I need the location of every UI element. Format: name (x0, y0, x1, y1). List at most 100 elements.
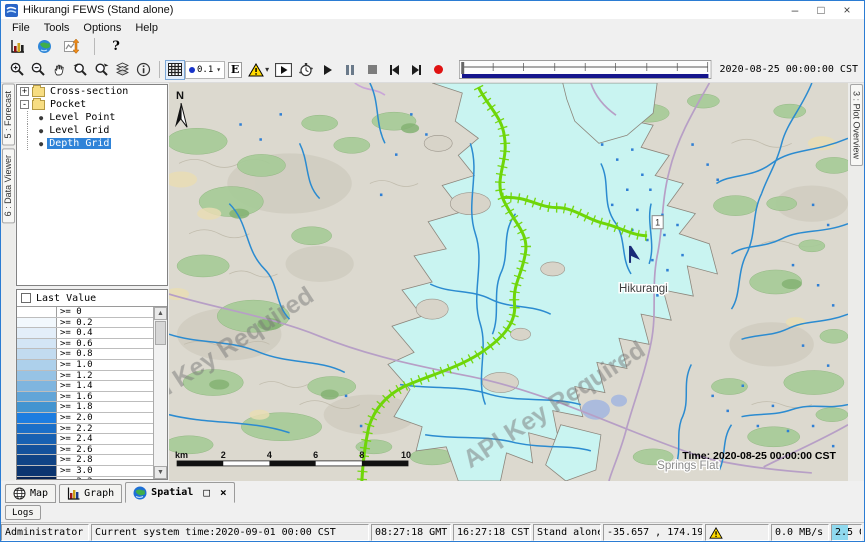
tree-expander-icon[interactable]: + (20, 87, 29, 96)
maximize-button[interactable]: □ (808, 2, 834, 18)
help-button[interactable]: ? (106, 37, 126, 57)
layers-icon (115, 62, 130, 77)
restore-panel-icon[interactable]: □ (203, 486, 210, 499)
legend-label: >= 3.2 (57, 477, 153, 480)
status-local-time: 16:27:18 CST (453, 524, 531, 541)
left-tab-strip: 5 : Forecast 6 : Data Viewer (1, 83, 15, 481)
legend-label: >= 1.4 (57, 381, 153, 391)
legend-row: >= 0.2 (17, 318, 153, 329)
logs-button[interactable]: Logs (5, 505, 41, 520)
status-download-rate: 0.0 MB/s (771, 524, 829, 541)
tree-item-level-grid[interactable]: ●Level Grid (17, 124, 167, 137)
data-viewer-panel: + Cross-section-Pocket●Level Point●Level … (15, 83, 169, 481)
menu-file[interactable]: File (5, 22, 37, 34)
tab-graph[interactable]: Graph (59, 484, 122, 503)
status-bar: Administrator Current system time:2020-0… (1, 523, 864, 541)
tab-6-data-viewer[interactable]: 6 : Data Viewer (2, 148, 15, 223)
pan-button[interactable] (49, 60, 70, 80)
tree-item-level-point[interactable]: ●Level Point (17, 111, 167, 124)
tab-label: 6 : Data Viewer (3, 155, 13, 216)
legend-swatch (17, 402, 57, 412)
tree-expander-icon[interactable]: - (20, 100, 29, 109)
legend-header: Last Value (17, 290, 167, 307)
tree-item-label: Cross-section (48, 86, 130, 97)
grid-icon (168, 63, 182, 76)
last-value-label: Last Value (36, 293, 96, 304)
legend-swatch (17, 371, 57, 381)
zoom-out-icon (31, 62, 46, 77)
bottom-tab-bar: Map Graph Spatial □ × (1, 481, 864, 503)
point-dot-icon (189, 67, 195, 73)
blue-globe-icon (133, 486, 147, 500)
grid-display-button[interactable] (165, 60, 185, 80)
right-tab-strip: 3 : Plot Overview (848, 83, 864, 481)
play-button[interactable] (317, 60, 339, 80)
legend-label: >= 2.0 (57, 413, 153, 423)
legend-row: >= 1.0 (17, 360, 153, 371)
legend-scrollbar[interactable]: ▲ ▼ (154, 307, 167, 479)
tree-item-depth-grid[interactable]: ●Depth Grid (17, 137, 167, 150)
scrollbar-thumb[interactable] (155, 321, 166, 345)
map-canvas[interactable]: 1 API Key Required API Key Required Hiku… (169, 83, 848, 481)
legend-label: >= 0.6 (57, 339, 153, 349)
tab-map[interactable]: Map (5, 484, 56, 503)
legend-swatch (17, 360, 57, 370)
zoom-previous-button[interactable] (70, 60, 91, 80)
classification-dropdown[interactable]: 0.1 ▾ (185, 61, 225, 79)
scroll-down-icon[interactable]: ▼ (154, 466, 167, 479)
movie-export-button[interactable] (272, 60, 295, 80)
chart-arrow-icon (64, 39, 80, 54)
layers-button[interactable] (112, 60, 133, 80)
last-value-checkbox[interactable] (21, 293, 31, 303)
tree-item-pocket[interactable]: -Pocket (17, 98, 167, 111)
timeline-slider[interactable] (459, 60, 711, 80)
menu-tools[interactable]: Tools (37, 22, 77, 34)
menu-help[interactable]: Help (128, 22, 165, 34)
thresholds-dropdown[interactable]: ▾ (245, 60, 272, 80)
legend-label: >= 2.2 (57, 424, 153, 434)
tab-spatial[interactable]: Spatial □ × (125, 482, 234, 503)
animation-settings-button[interactable] (295, 60, 317, 80)
status-coordinates: -35.657 , 174.199 (603, 524, 703, 541)
zoom-in-button[interactable] (7, 60, 28, 80)
spatial-display-button[interactable] (61, 37, 83, 57)
globe-icon (37, 39, 52, 54)
tab-5-forecast[interactable]: 5 : Forecast (2, 84, 15, 146)
info-button[interactable] (133, 60, 154, 80)
legend-swatch (17, 413, 57, 423)
toolbar-separator (159, 61, 160, 78)
tab-plot-overview[interactable]: 3 : Plot Overview (850, 84, 863, 166)
minimize-button[interactable]: – (782, 2, 808, 18)
explorer-button[interactable] (7, 37, 28, 57)
svg-text:2: 2 (221, 450, 226, 460)
menu-options[interactable]: Options (76, 22, 128, 34)
stop-button[interactable] (361, 60, 383, 80)
status-warning[interactable] (705, 524, 769, 541)
tree-item-label: Level Grid (47, 125, 111, 136)
tree-item-label: Level Point (47, 112, 117, 123)
pause-button[interactable] (339, 60, 361, 80)
legend-row: >= 0.6 (17, 339, 153, 350)
close-button[interactable]: × (834, 2, 860, 18)
zoom-out-button[interactable] (28, 60, 49, 80)
tree-connector (27, 111, 39, 124)
legend-body: >= 0>= 0.2>= 0.4>= 0.6>= 0.8>= 1.0>= 1.2… (17, 307, 167, 479)
scroll-up-icon[interactable]: ▲ (154, 307, 167, 320)
zoom-next-button[interactable] (91, 60, 112, 80)
record-button[interactable] (427, 60, 449, 80)
status-user: Administrator (1, 524, 89, 541)
tree-item-cross-section[interactable]: + Cross-section (17, 85, 167, 98)
close-panel-icon[interactable]: × (220, 486, 227, 499)
status-mode: Stand alone (533, 524, 601, 541)
tree-connector (27, 124, 39, 137)
map-display-button[interactable] (34, 37, 55, 57)
skip-to-start-button[interactable] (383, 60, 405, 80)
svg-text:km: km (175, 450, 188, 460)
skip-to-end-button[interactable] (405, 60, 427, 80)
legend-row: >= 0.8 (17, 349, 153, 360)
scrollbar-track[interactable] (154, 346, 167, 466)
wireframe-globe-icon (13, 487, 26, 500)
legend-editor-button[interactable]: E (225, 60, 245, 80)
town-label: Hikurangi (619, 283, 668, 295)
legend-row: >= 3.2 (17, 477, 153, 480)
